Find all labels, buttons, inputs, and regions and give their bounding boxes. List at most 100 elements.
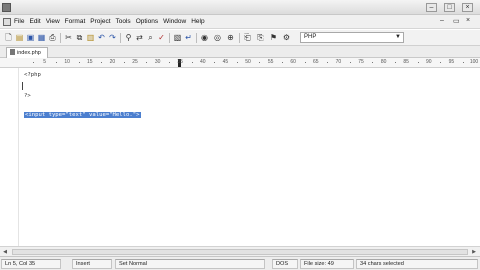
selected-text: <input type="text" value="Hello."> xyxy=(24,112,141,118)
save-all-icon[interactable]: ▦ xyxy=(37,33,46,42)
code-editor[interactable]: <?php ?> <input type="text" value="Hello… xyxy=(0,68,480,246)
scroll-right-icon[interactable]: ▶ xyxy=(470,248,478,256)
paste-icon[interactable]: ▥ xyxy=(86,33,95,42)
ruler-mark: 50 xyxy=(245,59,251,65)
status-position: Ln 5, Col 35 xyxy=(1,259,61,269)
toolbar-divider xyxy=(60,33,61,43)
ruler-mark: 20 xyxy=(109,59,116,65)
ruler-tick xyxy=(394,62,396,63)
ruler-mark: 45 xyxy=(222,59,229,65)
menu-options[interactable]: Options xyxy=(136,18,158,25)
status-line-endings: DOS xyxy=(272,259,298,269)
ruler-tick xyxy=(123,62,125,63)
ruler-mark: 10 xyxy=(64,59,70,65)
doc-close-icon[interactable]: × xyxy=(466,17,470,24)
ruler-mark: 60 xyxy=(290,59,296,65)
new-file-icon[interactable]: 🗋 xyxy=(4,33,13,42)
ruler-tick xyxy=(417,62,419,63)
find-in-files-icon[interactable]: ⌕ xyxy=(146,33,155,42)
ruler-mark: 15 xyxy=(87,59,93,65)
document-icon[interactable]: ⎗ xyxy=(243,33,252,42)
horizontal-scrollbar[interactable]: ◀ ▶ xyxy=(0,246,480,256)
status-mode: Insert xyxy=(72,259,112,269)
ruler-tick xyxy=(33,62,35,63)
ruler-mark: 75 xyxy=(358,59,364,65)
ruler-mark: 70 xyxy=(335,59,342,65)
text-caret xyxy=(22,82,23,90)
spellcheck-icon[interactable]: ✓ xyxy=(157,33,166,42)
minimize-icon[interactable]: – xyxy=(426,3,437,12)
tab-index-php[interactable]: index.php xyxy=(6,47,48,58)
compare-icon[interactable]: ⎘ xyxy=(256,33,265,42)
open-file-icon[interactable]: ▤ xyxy=(15,33,24,42)
ruler-tick xyxy=(372,62,374,63)
cut-icon[interactable]: ✂ xyxy=(64,33,73,42)
menu-format[interactable]: Format xyxy=(65,18,86,25)
menu-project[interactable]: Project xyxy=(90,18,110,25)
wrap-icon[interactable]: ↵ xyxy=(184,33,193,42)
ruler-tick xyxy=(101,62,103,63)
ruler-mark: 80 xyxy=(380,59,387,65)
status-file-size: File size: 49 xyxy=(300,259,354,269)
title-bar: – □ × xyxy=(0,0,480,15)
code-line-selected: <input type="text" value="Hello."> xyxy=(24,112,141,118)
syntax-dropdown[interactable]: PHP ▼ xyxy=(300,32,404,43)
undo-icon[interactable]: ↶ xyxy=(97,33,106,42)
ruler-mark: 55 xyxy=(267,59,274,65)
ruler-tick xyxy=(236,62,238,63)
document-system-icon[interactable] xyxy=(3,18,11,26)
chevron-down-icon: ▼ xyxy=(395,34,401,40)
scroll-left-icon[interactable]: ◀ xyxy=(1,248,9,256)
reference-icon[interactable]: ⚑ xyxy=(269,33,278,42)
find-icon[interactable]: ⚲ xyxy=(124,33,133,42)
save-icon[interactable]: ▣ xyxy=(26,33,35,42)
code-line: ?> xyxy=(24,93,31,99)
ruler-mark: 40 xyxy=(200,59,206,65)
tools-icon[interactable]: ⚙ xyxy=(282,33,291,42)
toolbar-divider xyxy=(120,33,121,43)
browser-preview-icon[interactable]: ◉ xyxy=(200,33,209,42)
doc-restore-icon[interactable]: ▭ xyxy=(453,17,460,25)
syntax-selected-value: PHP xyxy=(304,34,317,40)
server-preview-icon[interactable]: ◎ xyxy=(213,33,222,42)
toolbar-divider xyxy=(239,33,240,43)
doc-minimize-icon[interactable]: – xyxy=(440,17,444,24)
clip-icon[interactable]: ▧ xyxy=(173,33,182,42)
ruler-mark: 25 xyxy=(132,59,138,65)
ruler-tick xyxy=(168,62,170,63)
toolbar-divider xyxy=(196,33,197,43)
copy-icon[interactable]: ⧉ xyxy=(75,33,84,42)
redo-icon[interactable]: ↷ xyxy=(108,33,117,42)
menu-tools[interactable]: Tools xyxy=(116,18,131,25)
ruler-tick xyxy=(78,62,80,63)
menu-list: File Edit View Format Project Tools Options Win… xyxy=(14,18,205,25)
ruler-mark: 5 xyxy=(43,59,46,65)
ruler-tick xyxy=(327,62,329,63)
scrollbar-thumb[interactable] xyxy=(12,249,468,255)
ruler-mark: 100 xyxy=(469,59,479,65)
menu-bar: File Edit View Format Project Tools Options Win… xyxy=(0,15,480,29)
ftp-icon[interactable]: ⊕ xyxy=(226,33,235,42)
ruler-tick xyxy=(146,62,148,63)
app-icon xyxy=(2,3,11,12)
ruler-tick xyxy=(440,62,442,63)
status-bar: Ln 5, Col 35 Insert Set Normal DOS File … xyxy=(0,256,480,270)
menu-window[interactable]: Window xyxy=(163,18,186,25)
ruler-mark: 95 xyxy=(448,59,455,65)
ruler-mark: 85 xyxy=(403,59,409,65)
status-style-set: Set Normal xyxy=(115,259,265,269)
toolbar: 🗋 ▤ ▣ ▦ ⎙ ✂ ⧉ ▥ ↶ ↷ ⚲ ⇄ ⌕ ✓ ▧ ↵ ◉ ◎ ⊕ ⎗ … xyxy=(0,30,480,46)
ruler-tick xyxy=(259,62,261,63)
menu-help[interactable]: Help xyxy=(191,18,204,25)
file-icon xyxy=(10,49,15,55)
menu-file[interactable]: File xyxy=(14,18,24,25)
ruler: 5 10 15 20 25 30 35 40 45 50 55 60 65 70 75 80 85 90 95 100 xyxy=(0,58,480,68)
menu-edit[interactable]: Edit xyxy=(29,18,40,25)
find-replace-icon[interactable]: ⇄ xyxy=(135,33,144,42)
ruler-tick xyxy=(55,62,57,63)
ruler-tick xyxy=(191,62,193,63)
menu-view[interactable]: View xyxy=(46,18,60,25)
close-icon[interactable]: × xyxy=(462,3,473,12)
maximize-icon[interactable]: □ xyxy=(444,3,455,12)
print-icon[interactable]: ⎙ xyxy=(48,33,57,42)
